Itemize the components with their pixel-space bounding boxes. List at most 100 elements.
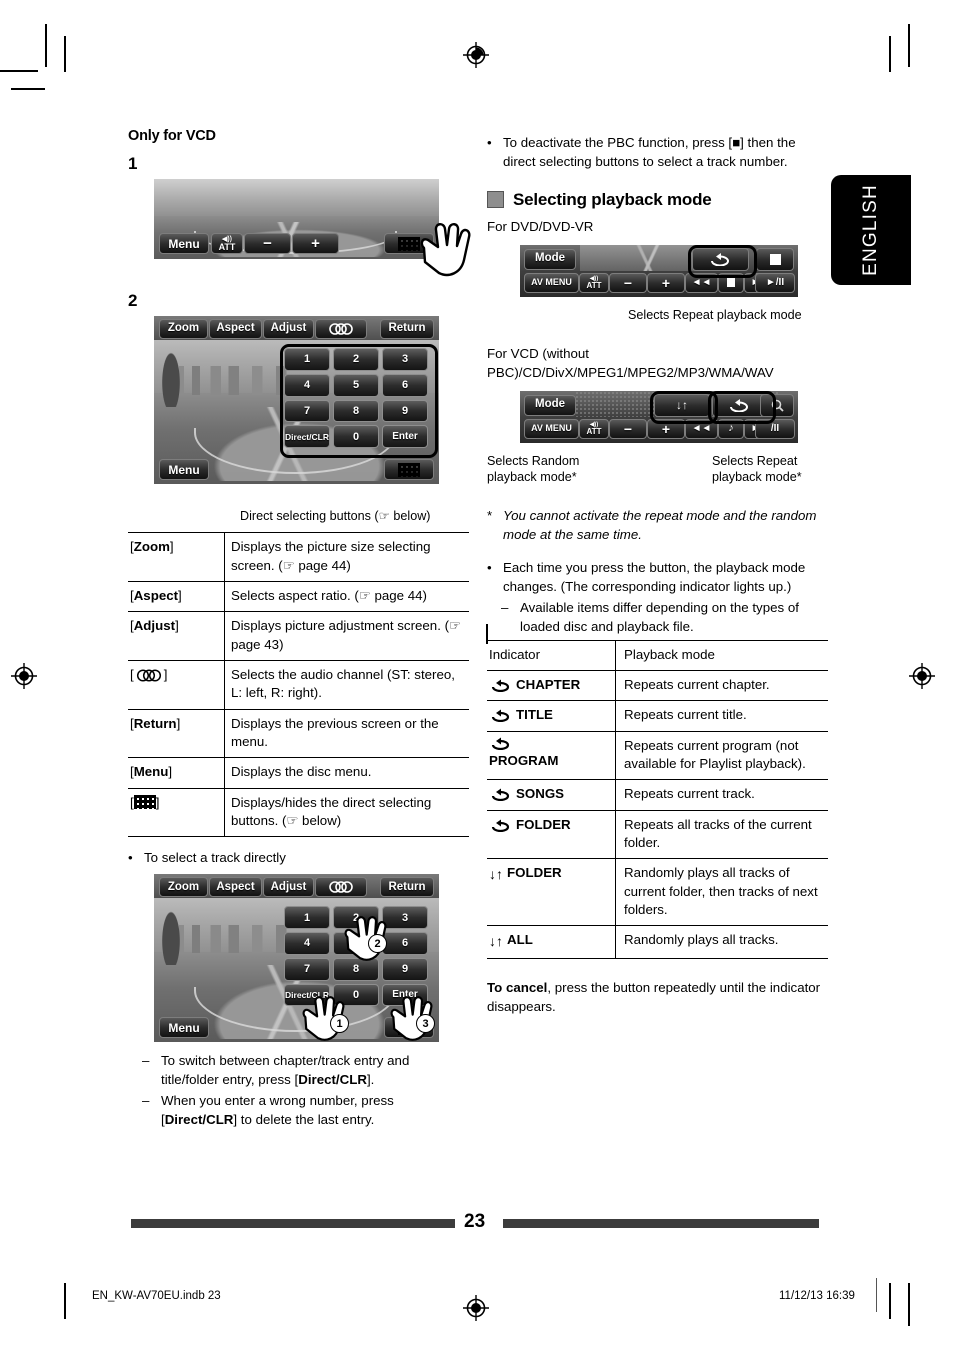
music-note-icon: ♪ <box>728 422 734 435</box>
av-menu-button[interactable]: AV MENU <box>524 418 579 439</box>
right-column: • To deactivate the PBC function, press … <box>487 128 828 1017</box>
av-menu-button[interactable]: AV MENU <box>524 272 579 293</box>
zoom-button[interactable]: Zoom <box>159 877 208 898</box>
random-icon: ↓↑ <box>489 933 503 950</box>
stop-icon <box>769 253 781 265</box>
left-column: Only for VCD 1 Menu ◀)) ATT − + 2 Zoom A… <box>128 128 488 1132</box>
att-button[interactable]: ◀)) ATT <box>579 418 609 439</box>
bullet-marker: • <box>487 135 492 150</box>
key-5[interactable]: 5 <box>333 373 379 397</box>
table-row: FOLDER Repeats all tracks of the current… <box>487 809 828 859</box>
key-6[interactable]: 6 <box>382 373 428 397</box>
note-1-text: To switch between chapter/track entry an… <box>161 1053 410 1088</box>
section-title-row: Selecting playback mode <box>487 190 828 210</box>
dvd-label: For DVD/DVD-VR <box>487 218 594 234</box>
desc-title: Repeats current title. <box>615 700 828 732</box>
key-7[interactable]: 7 <box>284 399 330 423</box>
shot3-skyline <box>171 924 303 954</box>
disc-button[interactable] <box>718 272 744 293</box>
volume-down-button[interactable]: − <box>609 418 647 439</box>
key-3[interactable]: 3 <box>382 348 428 371</box>
key-0[interactable]: 0 <box>333 425 379 448</box>
table-row: [Return] Displays the previous screen or… <box>128 708 469 758</box>
note-2: – When you enter a wrong number, press [… <box>142 1092 469 1130</box>
crop-mark-tr-v <box>889 36 891 72</box>
note-1: – To switch between chapter/track entry … <box>142 1052 469 1090</box>
indicator-chapter: CHAPTER <box>487 670 616 701</box>
play-pause-button[interactable]: /II <box>755 418 795 439</box>
key-8[interactable]: 8 <box>333 399 379 423</box>
footer-rule-right <box>503 1219 819 1228</box>
mode-button[interactable]: Mode <box>524 394 576 416</box>
key-9[interactable]: 9 <box>382 399 428 423</box>
keypad-icon <box>398 462 420 477</box>
adjust-button[interactable]: Adjust <box>263 877 314 898</box>
return-button[interactable]: Return <box>380 877 434 898</box>
key-1[interactable]: 1 <box>284 906 330 930</box>
key-4[interactable]: 4 <box>284 373 330 397</box>
cancel-paragraph: To cancel, press the button repeatedly u… <box>487 979 828 1017</box>
key-1[interactable]: 1 <box>284 348 330 371</box>
crop-mark-tl-v <box>45 24 47 67</box>
indicator-table: Indicator Playback mode CHAPTER Repeats … <box>487 639 828 959</box>
key-4[interactable]: 4 <box>284 932 330 955</box>
audio-channel-button[interactable] <box>315 319 367 339</box>
key-enter[interactable]: Enter <box>382 425 428 448</box>
cancel-bold: To cancel <box>487 979 548 995</box>
search-icon <box>771 399 784 412</box>
keypad-toggle-button[interactable] <box>384 459 434 480</box>
shot3-tree <box>159 904 183 966</box>
music-note-button[interactable]: ♪ <box>718 418 744 439</box>
search-button[interactable] <box>760 393 794 417</box>
volume-up-button[interactable]: + <box>647 418 685 439</box>
row-key-aspect: [Aspect] <box>128 581 225 612</box>
dash-marker: – <box>142 1093 150 1109</box>
stop-button[interactable] <box>756 247 794 271</box>
volume-up-button[interactable]: + <box>647 272 685 293</box>
volume-down-button[interactable]: − <box>609 272 647 293</box>
row-key-return: [Return] <box>128 708 225 758</box>
direct-select-keypad[interactable]: 1 2 3 4 5 6 7 8 9 Direct/CLR 0 Enter <box>284 348 428 448</box>
dash-marker: – <box>501 599 509 615</box>
att-button[interactable]: ◀)) ATT <box>579 272 609 293</box>
mode-button[interactable]: Mode <box>524 248 576 270</box>
repeat-button[interactable] <box>692 247 749 271</box>
row-desc-aspect: Selects aspect ratio. (☞ page 44) <box>224 581 469 612</box>
menu-button[interactable]: Menu <box>159 233 209 254</box>
desc-folder-random: Randomly plays all tracks of current fol… <box>615 858 828 926</box>
volume-up-button[interactable]: + <box>292 233 339 254</box>
bullet-marker: • <box>128 850 133 866</box>
play-pause-button[interactable]: ►/II <box>755 272 795 293</box>
footer-divider <box>876 1278 878 1312</box>
table-header-row: Indicator Playback mode <box>487 639 828 672</box>
audio-channel-icon <box>329 323 353 335</box>
zoom-button[interactable]: Zoom <box>159 319 208 339</box>
registration-mark-right <box>908 662 935 689</box>
footer-datetime: 11/12/13 16:39 <box>779 1290 855 1302</box>
crop-mark-tl-h2 <box>11 88 45 90</box>
row-desc-adjust: Displays picture adjustment screen. (☞ p… <box>224 611 469 661</box>
step1-screenshot: Menu ◀)) ATT − + <box>154 179 439 259</box>
random-button[interactable]: ↓↑ <box>654 393 710 417</box>
previous-track-button[interactable]: ◄◄ <box>685 418 718 439</box>
bullet-pbc-text: To deactivate the PBC function, press [■… <box>503 135 796 169</box>
vcd-caption-random: Selects Random playback mode* <box>487 453 580 485</box>
adjust-button[interactable]: Adjust <box>263 319 314 339</box>
aspect-button[interactable]: Aspect <box>209 877 262 898</box>
repeat-icon <box>730 399 748 413</box>
footnote-text: You cannot activate the repeat mode and … <box>503 508 817 543</box>
att-button[interactable]: ◀)) ATT <box>211 233 243 254</box>
keypad-caption: Direct selecting buttons (☞ below) <box>240 509 431 523</box>
key-direct-clr[interactable]: Direct/CLR <box>284 425 330 448</box>
menu-button[interactable]: Menu <box>159 459 209 480</box>
footer-filename: EN_KW-AV70EU.indb 23 <box>92 1290 221 1302</box>
menu-button[interactable]: Menu <box>159 1017 209 1039</box>
key-7[interactable]: 7 <box>284 957 330 981</box>
volume-down-button[interactable]: − <box>244 233 291 254</box>
key-2[interactable]: 2 <box>333 348 379 371</box>
audio-channel-button[interactable] <box>315 877 367 898</box>
return-button[interactable]: Return <box>380 319 434 339</box>
aspect-button[interactable]: Aspect <box>209 319 262 339</box>
previous-track-button[interactable]: ◄◄ <box>685 272 718 293</box>
section-square-icon <box>487 191 504 209</box>
